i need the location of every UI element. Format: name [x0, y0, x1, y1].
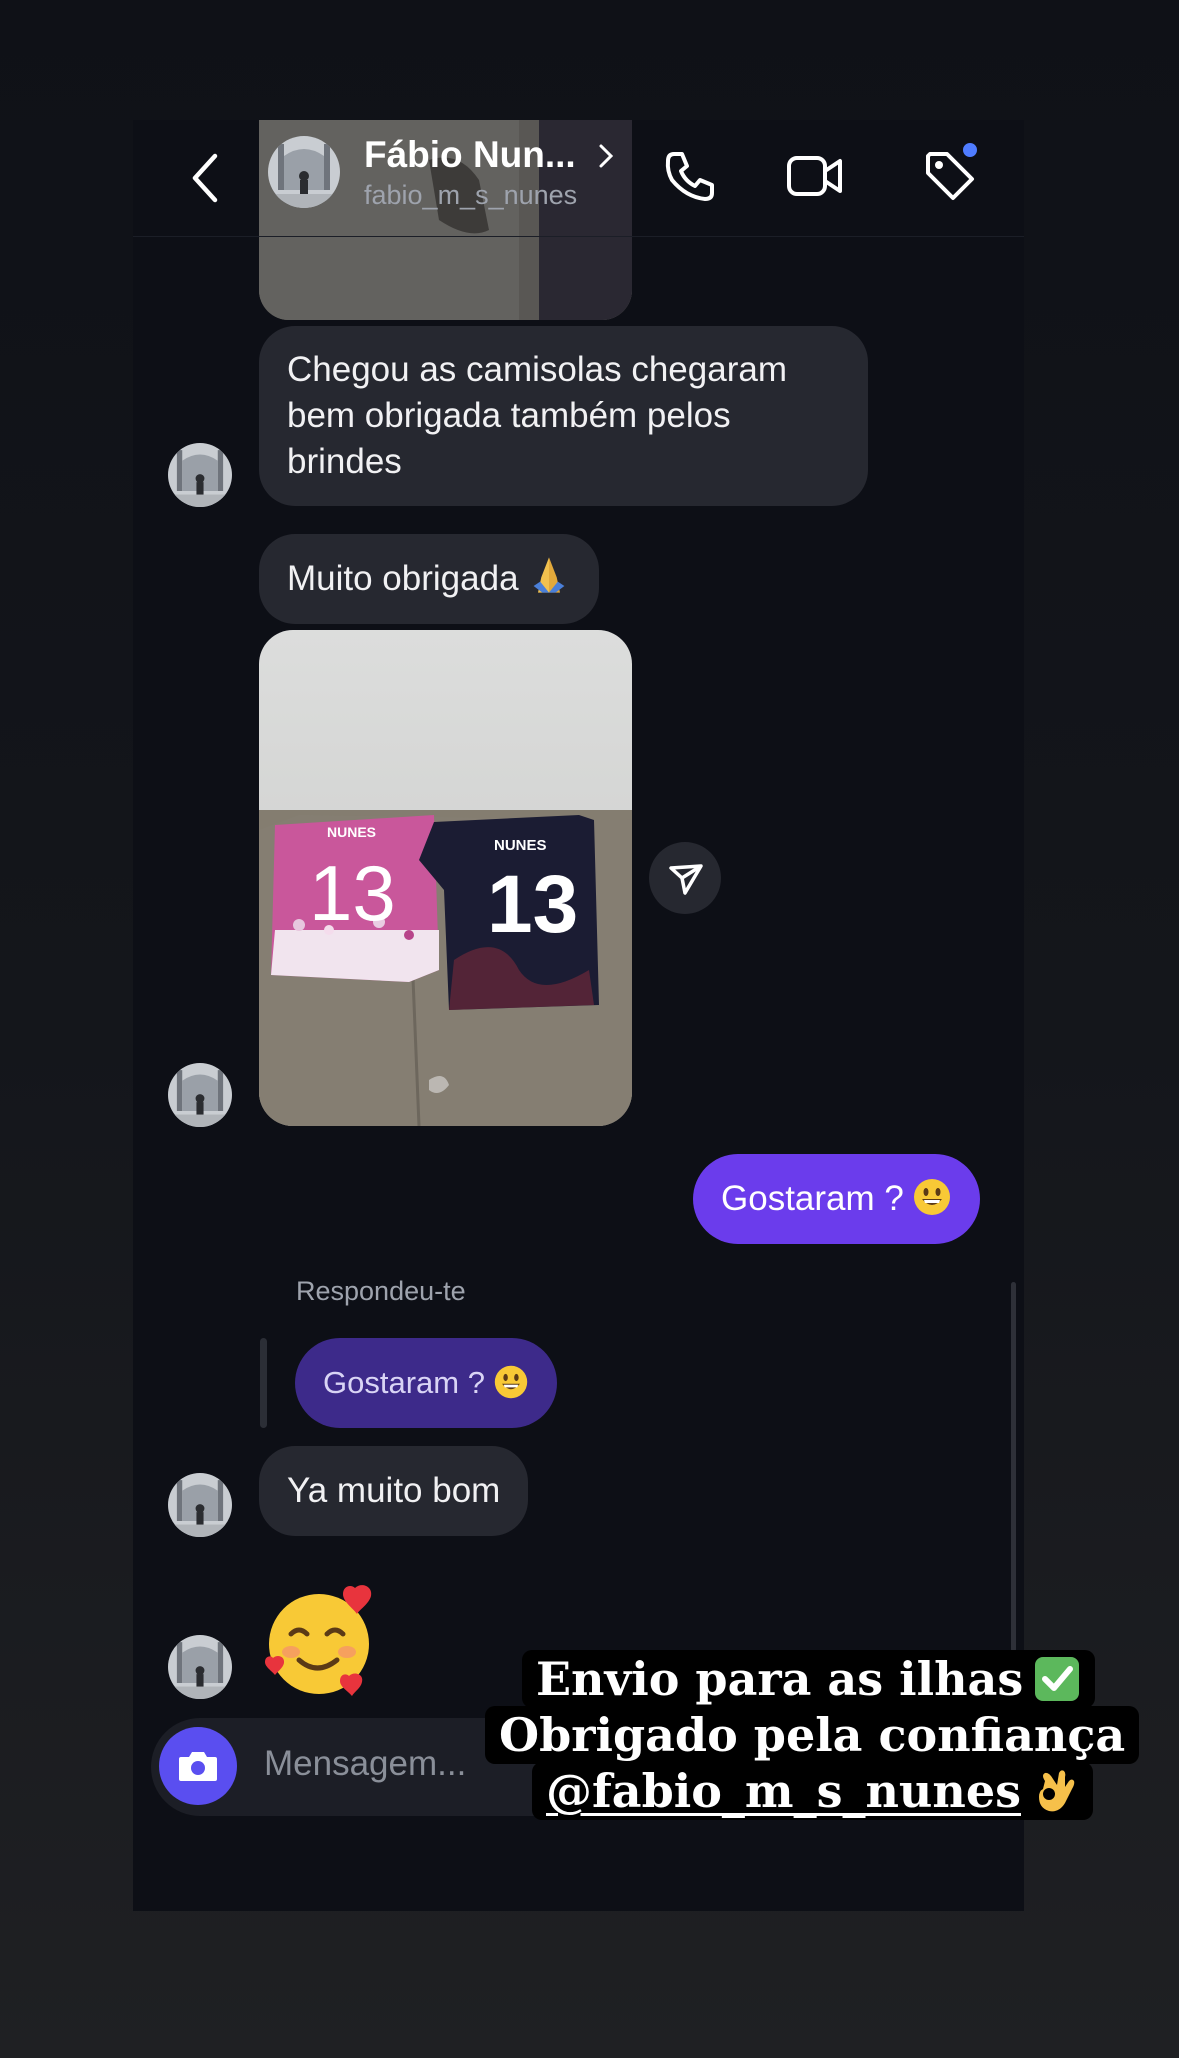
avatar[interactable] — [168, 443, 232, 507]
grinning-face-emoji — [494, 1365, 528, 1399]
mention-link[interactable]: @fabio_m_s_nunes — [546, 1764, 1021, 1818]
contact-username[interactable]: fabio_m_s_nunes — [364, 180, 577, 211]
camera-icon — [179, 1752, 217, 1781]
caption-line-1: Envio para as ilhas — [522, 1650, 1096, 1708]
caption-line-3: @fabio_m_s_nunes — [532, 1762, 1093, 1820]
quoted-text: Gostaram ? — [323, 1365, 485, 1400]
avatar[interactable] — [168, 1063, 232, 1127]
message-input[interactable]: Mensagem... — [264, 1744, 466, 1784]
message-text: Muito obrigada — [287, 559, 519, 598]
caption-text: Envio para as ilhas — [536, 1652, 1024, 1706]
reply-indicator-bar — [260, 1338, 267, 1428]
share-button[interactable] — [649, 842, 721, 914]
message-bubble-outgoing[interactable]: Gostaram ? — [693, 1154, 980, 1244]
tag-button[interactable] — [920, 141, 980, 206]
chevron-left-icon — [192, 153, 218, 203]
ok-hand-emoji — [1038, 1770, 1075, 1812]
avatar[interactable] — [168, 1635, 232, 1699]
call-button[interactable] — [660, 146, 720, 206]
scrollbar[interactable] — [1011, 1282, 1016, 1652]
chat-screen: Fábio Nun... fabio_m_s_nunes Chegou as c… — [133, 120, 1024, 1911]
shirt-name-text: NUNES — [327, 824, 376, 840]
reply-label: Respondeu-te — [296, 1276, 466, 1306]
quoted-message[interactable]: Gostaram ? — [295, 1338, 557, 1428]
avatar[interactable] — [268, 136, 340, 208]
message-bubble-incoming[interactable]: Ya muito bom — [259, 1446, 529, 1536]
message-bubble-incoming[interactable]: Muito obrigada — [259, 534, 599, 624]
contact-name[interactable]: Fábio Nun... — [364, 134, 576, 176]
grinning-face-emoji — [913, 1179, 950, 1215]
chat-header: Fábio Nun... fabio_m_s_nunes — [133, 120, 1024, 237]
message-text: Gostaram ? — [721, 1179, 904, 1218]
message-bubble-incoming[interactable]: Chegou as camisolas chegaram bem obrigad… — [259, 326, 868, 506]
camera-button[interactable] — [159, 1727, 237, 1805]
smiling-face-with-hearts-emoji[interactable] — [261, 1582, 381, 1702]
check-mark-icon — [1035, 1657, 1080, 1701]
video-call-button[interactable] — [785, 146, 845, 206]
notification-dot — [961, 141, 979, 159]
shirt-number-text: 13 — [487, 859, 578, 950]
avatar[interactable] — [168, 1473, 232, 1537]
shirt-number-text: 13 — [309, 849, 396, 937]
photo-message[interactable]: NUNES 13 NUNES 13 — [259, 630, 632, 1126]
paper-plane-icon — [669, 864, 703, 895]
back-button[interactable] — [183, 150, 229, 206]
caption-line-2: Obrigado pela confiança — [485, 1706, 1140, 1764]
shirt-name-text: NUNES — [494, 837, 547, 854]
chevron-right-icon[interactable] — [595, 140, 617, 172]
video-camera-icon — [787, 156, 842, 196]
phone-icon — [665, 152, 714, 201]
praying-hands-emoji — [533, 557, 564, 593]
